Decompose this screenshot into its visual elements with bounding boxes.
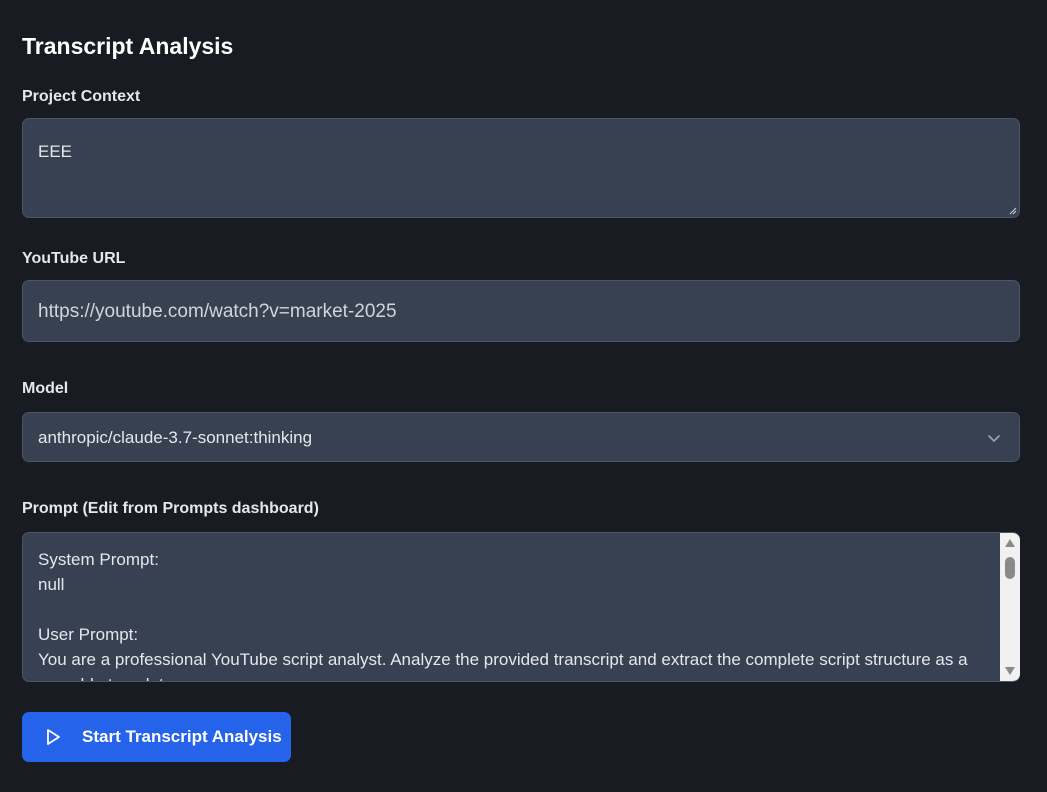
- resize-grip-icon[interactable]: [1008, 206, 1017, 215]
- project-context-label: Project Context: [22, 88, 141, 105]
- scroll-down-arrow-icon[interactable]: [1004, 666, 1016, 676]
- model-selected-value: anthropic/claude-3.7-sonnet:thinking: [38, 428, 313, 447]
- model-select[interactable]: anthropic/claude-3.7-sonnet:thinking: [22, 412, 1020, 462]
- model-label: Model: [22, 380, 69, 397]
- project-context-textarea[interactable]: EEE: [22, 118, 1020, 218]
- prompt-line: System Prompt:: [38, 550, 159, 569]
- start-button-label: Start Transcript Analysis: [82, 727, 282, 746]
- prompt-scrollbar[interactable]: [1000, 533, 1020, 681]
- youtube-url-label: YouTube URL: [22, 250, 126, 267]
- scrollbar-thumb[interactable]: [1005, 557, 1015, 579]
- prompt-textarea[interactable]: System Prompt: null User Prompt: You are…: [22, 532, 1020, 682]
- youtube-url-input[interactable]: https://youtube.com/watch?v=market-2025: [22, 280, 1020, 342]
- prompt-line: [38, 597, 980, 622]
- play-icon: [47, 729, 60, 745]
- scroll-up-arrow-icon[interactable]: [1004, 538, 1016, 548]
- prompt-line: User Prompt:: [38, 625, 139, 644]
- prompt-label: Prompt (Edit from Prompts dashboard): [22, 500, 319, 517]
- start-transcript-analysis-button[interactable]: Start Transcript Analysis: [22, 712, 291, 762]
- page-title: Transcript Analysis: [22, 33, 234, 59]
- chevron-down-icon: [988, 435, 1000, 442]
- youtube-url-value: https://youtube.com/watch?v=market-2025: [38, 301, 397, 322]
- prompt-line: You are a professional YouTube script an…: [38, 650, 968, 681]
- project-context-value: EEE: [38, 142, 73, 161]
- prompt-line: null: [38, 575, 65, 594]
